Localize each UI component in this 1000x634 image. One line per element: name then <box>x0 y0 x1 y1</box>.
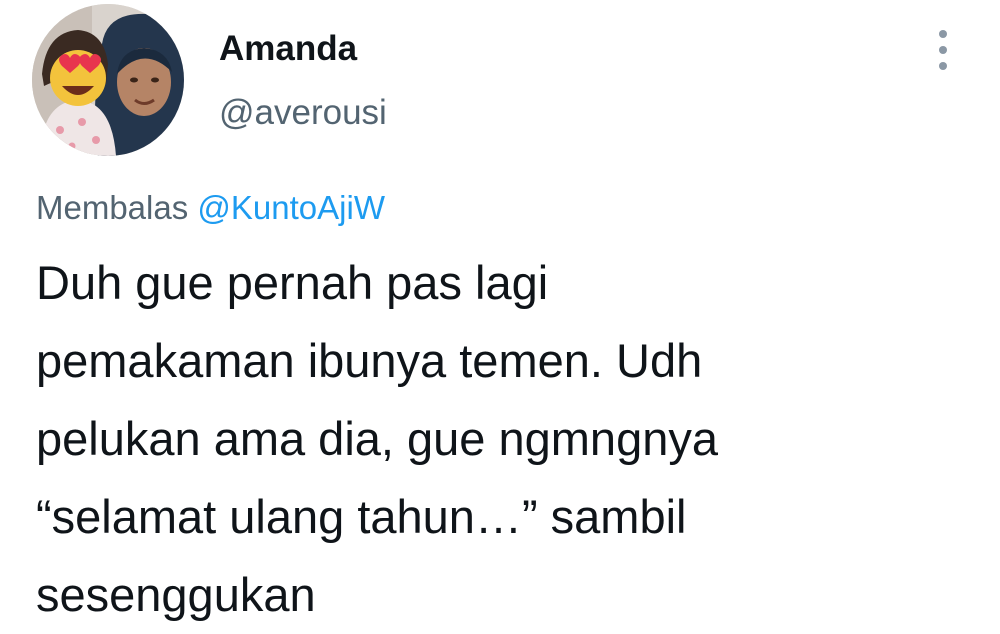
tweet: Amanda @averousi Membalas @KuntoAjiW Duh… <box>0 0 1000 630</box>
replying-to: Membalas @KuntoAjiW <box>36 188 385 228</box>
tweet-text: Duh gue pernah pas lagi pemakaman ibunya… <box>36 256 718 621</box>
author-handle[interactable]: @averousi <box>219 92 387 134</box>
avatar[interactable] <box>32 4 184 156</box>
reply-mention-link[interactable]: @KuntoAjiW <box>197 189 385 226</box>
more-dot <box>939 62 947 70</box>
profile-photo <box>32 4 184 156</box>
more-dot <box>939 30 947 38</box>
replying-to-label: Membalas <box>36 189 189 226</box>
more-vertical-icon[interactable] <box>926 26 960 74</box>
more-dot <box>939 46 947 54</box>
author-name[interactable]: Amanda <box>219 28 357 70</box>
